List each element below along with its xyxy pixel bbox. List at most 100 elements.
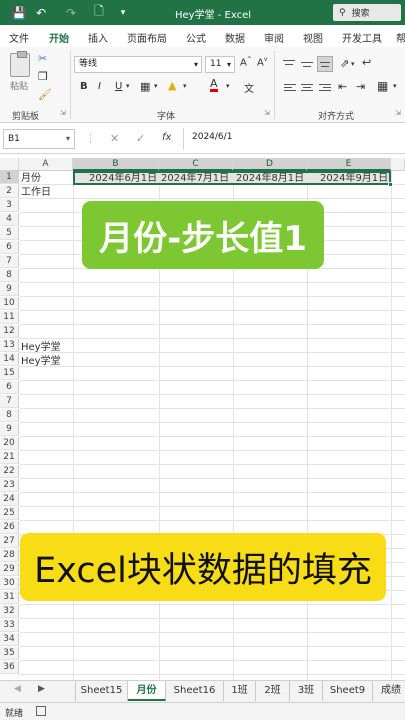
border-icon[interactable]: ▦ bbox=[140, 80, 150, 93]
row-header[interactable]: 9 bbox=[0, 423, 19, 436]
row-header[interactable]: 22 bbox=[0, 465, 19, 478]
decrease-indent-icon[interactable]: ⇤ bbox=[338, 80, 347, 93]
row-header[interactable]: 21 bbox=[0, 451, 19, 464]
font-launcher-icon[interactable]: ⇲ bbox=[264, 109, 270, 117]
sheet-tab-class3[interactable]: 3班 bbox=[290, 681, 323, 701]
chevron-down-icon[interactable]: ▾ bbox=[226, 82, 230, 90]
chevron-down-icon[interactable]: ▾ bbox=[126, 82, 130, 90]
row-header[interactable]: 8 bbox=[0, 409, 19, 422]
row-header[interactable]: 31 bbox=[0, 591, 19, 604]
row-header[interactable]: 27 bbox=[0, 535, 19, 548]
insert-function-button[interactable]: fx bbox=[162, 132, 171, 143]
decrease-font-icon[interactable]: Av bbox=[257, 56, 267, 68]
undo-icon[interactable]: ↶ bbox=[30, 0, 52, 25]
search-box[interactable]: ⚲ 搜索 bbox=[333, 4, 401, 21]
chevron-down-icon[interactable]: ▾ bbox=[393, 82, 397, 90]
column-header-f[interactable] bbox=[391, 158, 405, 171]
sheet-tab-sheet16[interactable]: Sheet16 bbox=[166, 681, 224, 701]
row-header[interactable]: 8 bbox=[0, 269, 19, 282]
name-box[interactable]: B1 ▾ bbox=[3, 129, 75, 149]
column-header-c[interactable]: C bbox=[159, 158, 233, 171]
fill-color-icon[interactable]: ▲ bbox=[168, 79, 176, 92]
row-header[interactable]: 2 bbox=[0, 185, 19, 198]
row-header[interactable]: 29 bbox=[0, 563, 19, 576]
paste-label[interactable]: 粘贴 bbox=[10, 79, 28, 92]
font-name-select[interactable]: 等线 ▾ bbox=[74, 56, 202, 73]
tab-formulas[interactable]: 公式 bbox=[186, 30, 206, 45]
row-header[interactable]: 23 bbox=[0, 479, 19, 492]
italic-button[interactable]: I bbox=[98, 81, 101, 92]
orientation-icon[interactable]: ⇗ bbox=[340, 57, 349, 70]
select-all-corner[interactable] bbox=[0, 158, 19, 171]
row-header[interactable]: 3 bbox=[0, 199, 19, 212]
row-header[interactable]: 6 bbox=[0, 241, 19, 254]
row-header[interactable]: 1 bbox=[0, 171, 19, 184]
align-left-icon[interactable] bbox=[284, 83, 296, 93]
underline-button[interactable]: U bbox=[115, 81, 122, 92]
fill-handle[interactable] bbox=[388, 182, 393, 187]
cell-c1[interactable]: 2024年7月1日 bbox=[161, 172, 229, 185]
align-bottom-icon[interactable] bbox=[317, 56, 333, 72]
sheet-tab-sheet9[interactable]: Sheet9 bbox=[323, 681, 373, 701]
cell-a1[interactable]: 月份 bbox=[21, 172, 41, 185]
row-header[interactable]: 5 bbox=[0, 227, 19, 240]
chevron-down-icon[interactable]: ▾ bbox=[183, 82, 187, 90]
cut-icon[interactable]: ✂ bbox=[38, 52, 47, 65]
row-header[interactable]: 6 bbox=[0, 381, 19, 394]
sheet-tab-month[interactable]: 月份 bbox=[128, 681, 166, 701]
bold-button[interactable]: B bbox=[80, 81, 88, 92]
align-right-icon[interactable] bbox=[319, 83, 331, 93]
row-header[interactable]: 14 bbox=[0, 353, 19, 366]
customize-toolbar-icon[interactable]: ▾ bbox=[112, 0, 134, 25]
row-header[interactable]: 35 bbox=[0, 647, 19, 660]
row-header[interactable]: 15 bbox=[0, 367, 19, 380]
row-header[interactable]: 36 bbox=[0, 661, 19, 674]
row-header[interactable]: 7 bbox=[0, 395, 19, 408]
new-file-icon[interactable]: 🗋 bbox=[88, 0, 110, 25]
row-header[interactable]: 24 bbox=[0, 493, 19, 506]
align-center-icon[interactable] bbox=[301, 83, 313, 93]
sheet-tab-class2[interactable]: 2班 bbox=[256, 681, 290, 701]
tab-developer[interactable]: 开发工具 bbox=[342, 30, 382, 45]
font-size-select[interactable]: 11 ▾ bbox=[205, 56, 235, 73]
row-header[interactable]: 30 bbox=[0, 577, 19, 590]
row-header[interactable]: 32 bbox=[0, 605, 19, 618]
cancel-icon[interactable]: ✕ bbox=[110, 132, 119, 145]
tab-page-layout[interactable]: 页面布局 bbox=[127, 30, 167, 45]
row-header[interactable]: 4 bbox=[0, 213, 19, 226]
cell-a14[interactable]: Hey学堂 bbox=[21, 355, 61, 368]
tab-review[interactable]: 审阅 bbox=[264, 30, 284, 45]
macro-record-icon[interactable] bbox=[36, 706, 46, 716]
tab-home[interactable]: 开始 bbox=[49, 30, 69, 50]
enter-icon[interactable]: ✓ bbox=[136, 132, 145, 145]
tab-file[interactable]: 文件 bbox=[9, 30, 29, 45]
increase-indent-icon[interactable]: ⇥ bbox=[356, 80, 365, 93]
formula-input[interactable]: 2024/6/1 bbox=[192, 132, 232, 142]
sheet-tab-sheet15[interactable]: Sheet15 bbox=[75, 681, 128, 701]
cell-e1[interactable]: 2024年9月1日 bbox=[320, 172, 388, 185]
wrap-text-icon[interactable]: ↩ bbox=[362, 56, 371, 69]
scroll-right-icon[interactable]: ▶ bbox=[38, 684, 45, 694]
row-header[interactable]: 11 bbox=[0, 311, 19, 324]
tab-help[interactable]: 帮 bbox=[396, 30, 405, 45]
copy-icon[interactable]: ❐ bbox=[38, 70, 48, 83]
cell-d1[interactable]: 2024年8月1日 bbox=[236, 172, 304, 185]
paste-icon[interactable] bbox=[10, 51, 30, 77]
column-header-e[interactable]: E bbox=[307, 158, 391, 171]
font-color-icon[interactable]: A bbox=[210, 78, 218, 92]
scroll-left-icon[interactable]: ◀ bbox=[14, 684, 21, 694]
clipboard-launcher-icon[interactable]: ⇲ bbox=[60, 109, 66, 117]
row-header[interactable]: 13 bbox=[0, 339, 19, 352]
row-header[interactable]: 33 bbox=[0, 619, 19, 632]
sheet-tab-class1[interactable]: 1班 bbox=[224, 681, 256, 701]
column-header-d[interactable]: D bbox=[233, 158, 307, 171]
cell-a2[interactable]: 工作日 bbox=[21, 186, 51, 199]
tab-insert[interactable]: 插入 bbox=[88, 30, 108, 45]
row-header[interactable]: 20 bbox=[0, 437, 19, 450]
redo-icon[interactable]: ↷ bbox=[60, 0, 82, 25]
align-middle-icon[interactable] bbox=[301, 59, 313, 69]
row-header[interactable]: 34 bbox=[0, 633, 19, 646]
format-painter-icon[interactable]: 🖌 bbox=[38, 88, 52, 101]
chevron-down-icon[interactable]: ▾ bbox=[154, 82, 158, 90]
tab-data[interactable]: 数据 bbox=[225, 30, 245, 45]
